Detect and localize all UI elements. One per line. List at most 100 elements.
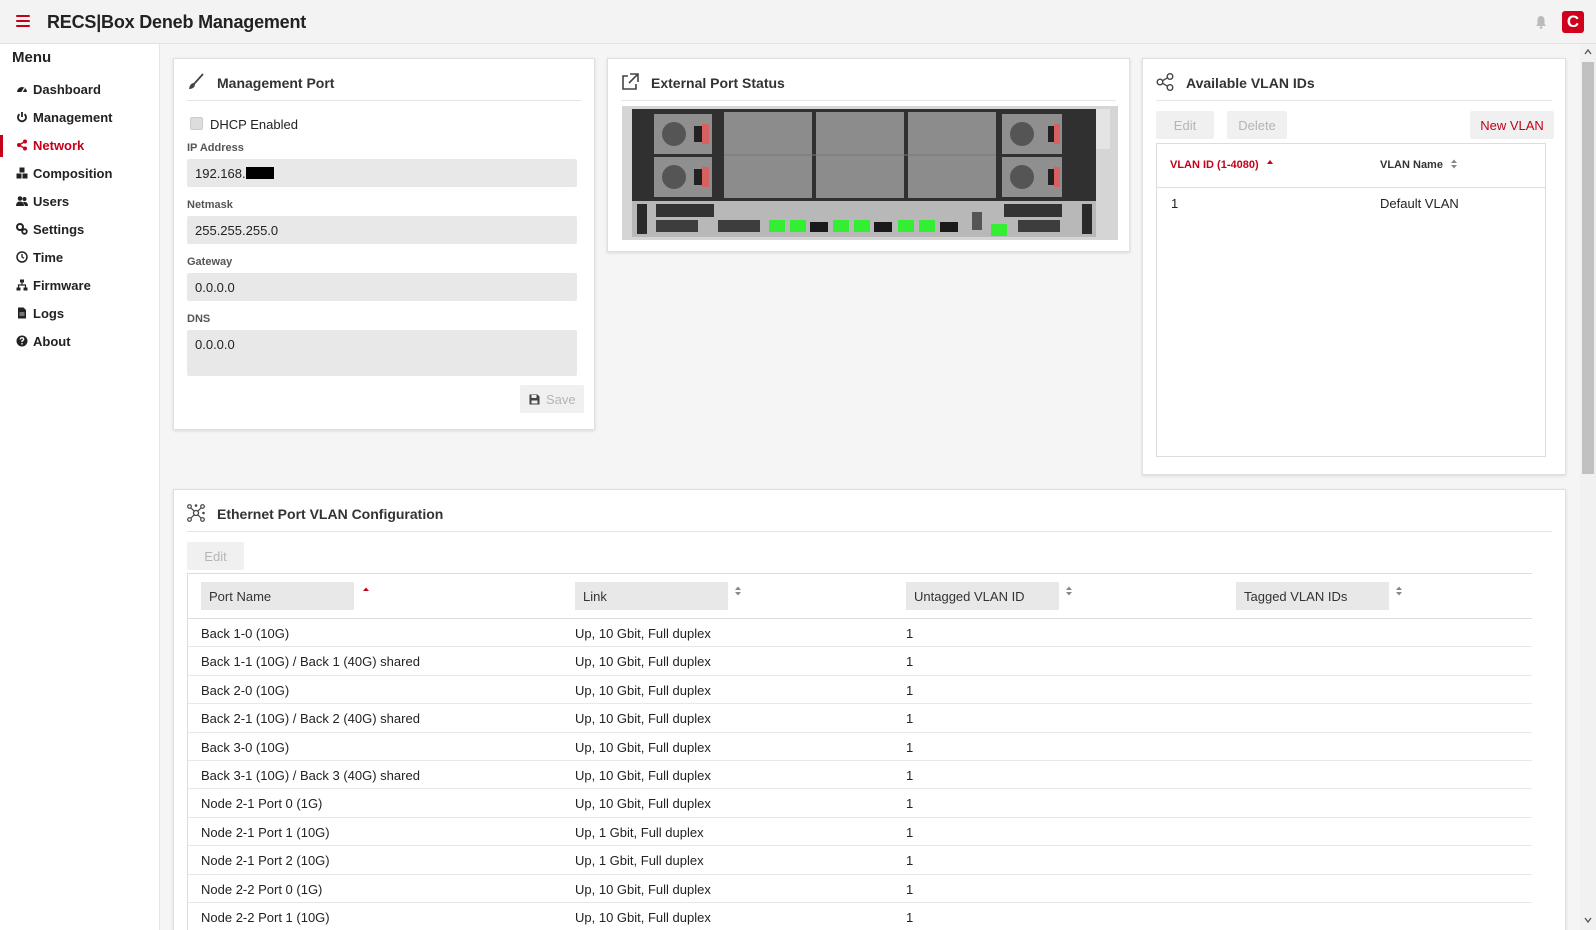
external-port-status-card: External Port Status [607,58,1130,252]
cogs-icon [16,223,28,235]
sidebar-item-settings[interactable]: Settings [0,219,160,241]
table-cell-link: Up, 10 Gbit, Full duplex [575,909,711,925]
table-row[interactable]: Node 2-2 Port 1 (10G) Up, 10 Gbit, Full d… [188,903,1532,930]
table-cell-untagged: 1 [906,796,914,812]
table-row[interactable]: Back 1-0 (10G) Up, 10 Gbit, Full duplex 1 [188,619,1532,648]
sidebar-item-composition[interactable]: Composition [0,163,160,185]
port-vlan-config-card: Ethernet Port VLAN Configuration Edit Po… [173,489,1566,930]
table-cell-untagged: 1 [906,824,914,840]
dashboard-icon [17,87,27,93]
scroll-up-arrow-icon[interactable] [1584,48,1592,56]
table-row[interactable]: Node 2-1 Port 0 (1G) Up, 10 Gbit, Full du… [188,789,1532,818]
table-cell-port: Back 3-1 (10G) / Back 3 (40G) shared [201,767,420,783]
share-alt-icon [1156,73,1174,91]
table-row[interactable]: Node 2-2 Port 0 (1G) Up, 10 Gbit, Full du… [188,875,1532,903]
sort-icon[interactable] [1065,586,1073,596]
hamburger-menu-icon[interactable] [16,15,30,27]
table-cell-untagged: 1 [906,654,914,670]
redaction-block [245,167,274,179]
table-cell-untagged: 1 [906,711,914,727]
port-name-column-header[interactable]: Port Name [201,582,354,610]
sort-icon [1451,159,1458,169]
table-cell-link: Up, 10 Gbit, Full duplex [575,711,711,727]
sort-asc-icon [1266,160,1273,164]
bell-icon[interactable] [1534,14,1548,30]
sidebar-item-firmware[interactable]: Firmware [0,275,160,297]
table-row[interactable]: Back 1-1 (10G) / Back 1 (40G) shared Up, … [188,647,1532,676]
sidebar-item-logs[interactable]: Logs [0,303,160,325]
scrollbar-thumb[interactable] [1582,62,1594,474]
table-row[interactable]: Back 3-0 (10G) Up, 10 Gbit, Full duplex 1 [188,733,1532,761]
vlan-name-column-header[interactable]: VLAN Name [1380,159,1458,171]
gateway-label: Gateway [187,256,233,268]
card-header: External Port Status [621,59,1116,101]
table-row[interactable]: Node 2-1 Port 2 (10G) Up, 1 Gbit, Full du… [188,846,1532,875]
table-cell-untagged: 1 [906,626,914,641]
new-vlan-button[interactable]: New VLAN [1470,111,1554,139]
page-scrollbar[interactable] [1580,44,1596,930]
cubes-icon [16,167,28,179]
table-cell-untagged: 1 [906,853,914,869]
table-row[interactable]: Back 2-0 (10G) Up, 10 Gbit, Full duplex 1 [188,676,1532,705]
table-cell-link: Up, 10 Gbit, Full duplex [575,739,711,755]
delete-vlan-button[interactable]: Delete [1227,111,1287,139]
edit-port-button[interactable]: Edit [187,542,244,570]
table-cell-untagged: 1 [906,909,914,925]
dhcp-checkbox[interactable] [190,117,203,130]
save-icon [529,394,540,405]
sidebar: Menu Dashboard Management Network Compos… [0,44,160,930]
table-row[interactable]: Back 3-1 (10G) / Back 3 (40G) shared Up, … [188,761,1532,790]
ip-address-field[interactable]: 192.168. [187,159,577,187]
link-column-header[interactable]: Link [575,582,728,610]
available-vlans-card: Available VLAN IDs Edit Delete New VLAN … [1142,58,1566,475]
tagged-vlan-column-header[interactable]: Tagged VLAN IDs [1236,582,1389,610]
port-led [790,220,806,232]
sidebar-item-network[interactable]: Network [0,135,160,157]
edit-vlan-button[interactable]: Edit [1156,111,1214,139]
table-row[interactable]: 1 Default VLAN [1157,188,1545,218]
netmask-field[interactable]: 255.255.255.0 [187,216,577,244]
dhcp-label: DHCP Enabled [210,117,298,132]
sidebar-item-dashboard[interactable]: Dashboard [0,79,160,101]
port-led [769,220,785,232]
port-led [833,220,849,232]
table-cell-untagged: 1 [906,739,914,755]
company-logo: C [1562,11,1584,33]
users-icon [16,196,28,206]
table-cell-link: Up, 1 Gbit, Full duplex [575,824,704,840]
sort-icon[interactable] [734,586,742,596]
table-header: Port Name Link Untagged VLAN ID Tagged V… [188,574,1532,619]
gateway-field[interactable]: 0.0.0.0 [187,273,577,301]
sidebar-item-time[interactable]: Time [0,247,160,269]
save-button[interactable]: Save [520,385,584,413]
brush-icon [189,73,204,89]
table-cell-port: Back 2-0 (10G) [201,682,290,698]
port-led [919,220,935,232]
table-row[interactable]: Node 2-1 Port 1 (10G) Up, 1 Gbit, Full du… [188,818,1532,847]
sort-asc-icon[interactable] [362,586,370,596]
table-cell-link: Up, 10 Gbit, Full duplex [575,767,711,783]
top-bar: RECS|Box Deneb Management C [0,0,1596,44]
dns-field[interactable]: 0.0.0.0 [187,330,577,376]
table-cell-link: Up, 1 Gbit, Full duplex [575,853,704,869]
vlan-id-column-header[interactable]: VLAN ID (1-4080) [1170,159,1273,171]
external-link-icon [622,73,639,90]
card-header: Ethernet Port VLAN Configuration [187,490,1552,532]
table-cell-port: Back 1-1 (10G) / Back 1 (40G) shared [201,654,420,670]
sidebar-item-management[interactable]: Management [0,107,160,129]
table-cell-link: Up, 10 Gbit, Full duplex [575,881,711,897]
vlan-table: VLAN ID (1-4080) VLAN Name 1 Default VLA… [1156,143,1546,457]
sitemap-icon [16,279,28,291]
sort-icon[interactable] [1395,586,1403,596]
card-title: Available VLAN IDs [1186,75,1315,91]
untagged-vlan-column-header[interactable]: Untagged VLAN ID [906,582,1059,610]
question-circle-icon [16,335,28,347]
table-cell-link: Up, 10 Gbit, Full duplex [575,796,711,812]
port-vlan-table: Port Name Link Untagged VLAN ID Tagged V… [187,573,1532,930]
sidebar-item-users[interactable]: Users [0,191,160,213]
sidebar-item-about[interactable]: About [0,331,160,353]
scroll-down-arrow-icon[interactable] [1584,916,1592,924]
table-row[interactable]: Back 2-1 (10G) / Back 2 (40G) shared Up, … [188,704,1532,733]
table-cell-port: Node 2-2 Port 0 (1G) [201,881,323,897]
netmask-label: Netmask [187,199,233,211]
